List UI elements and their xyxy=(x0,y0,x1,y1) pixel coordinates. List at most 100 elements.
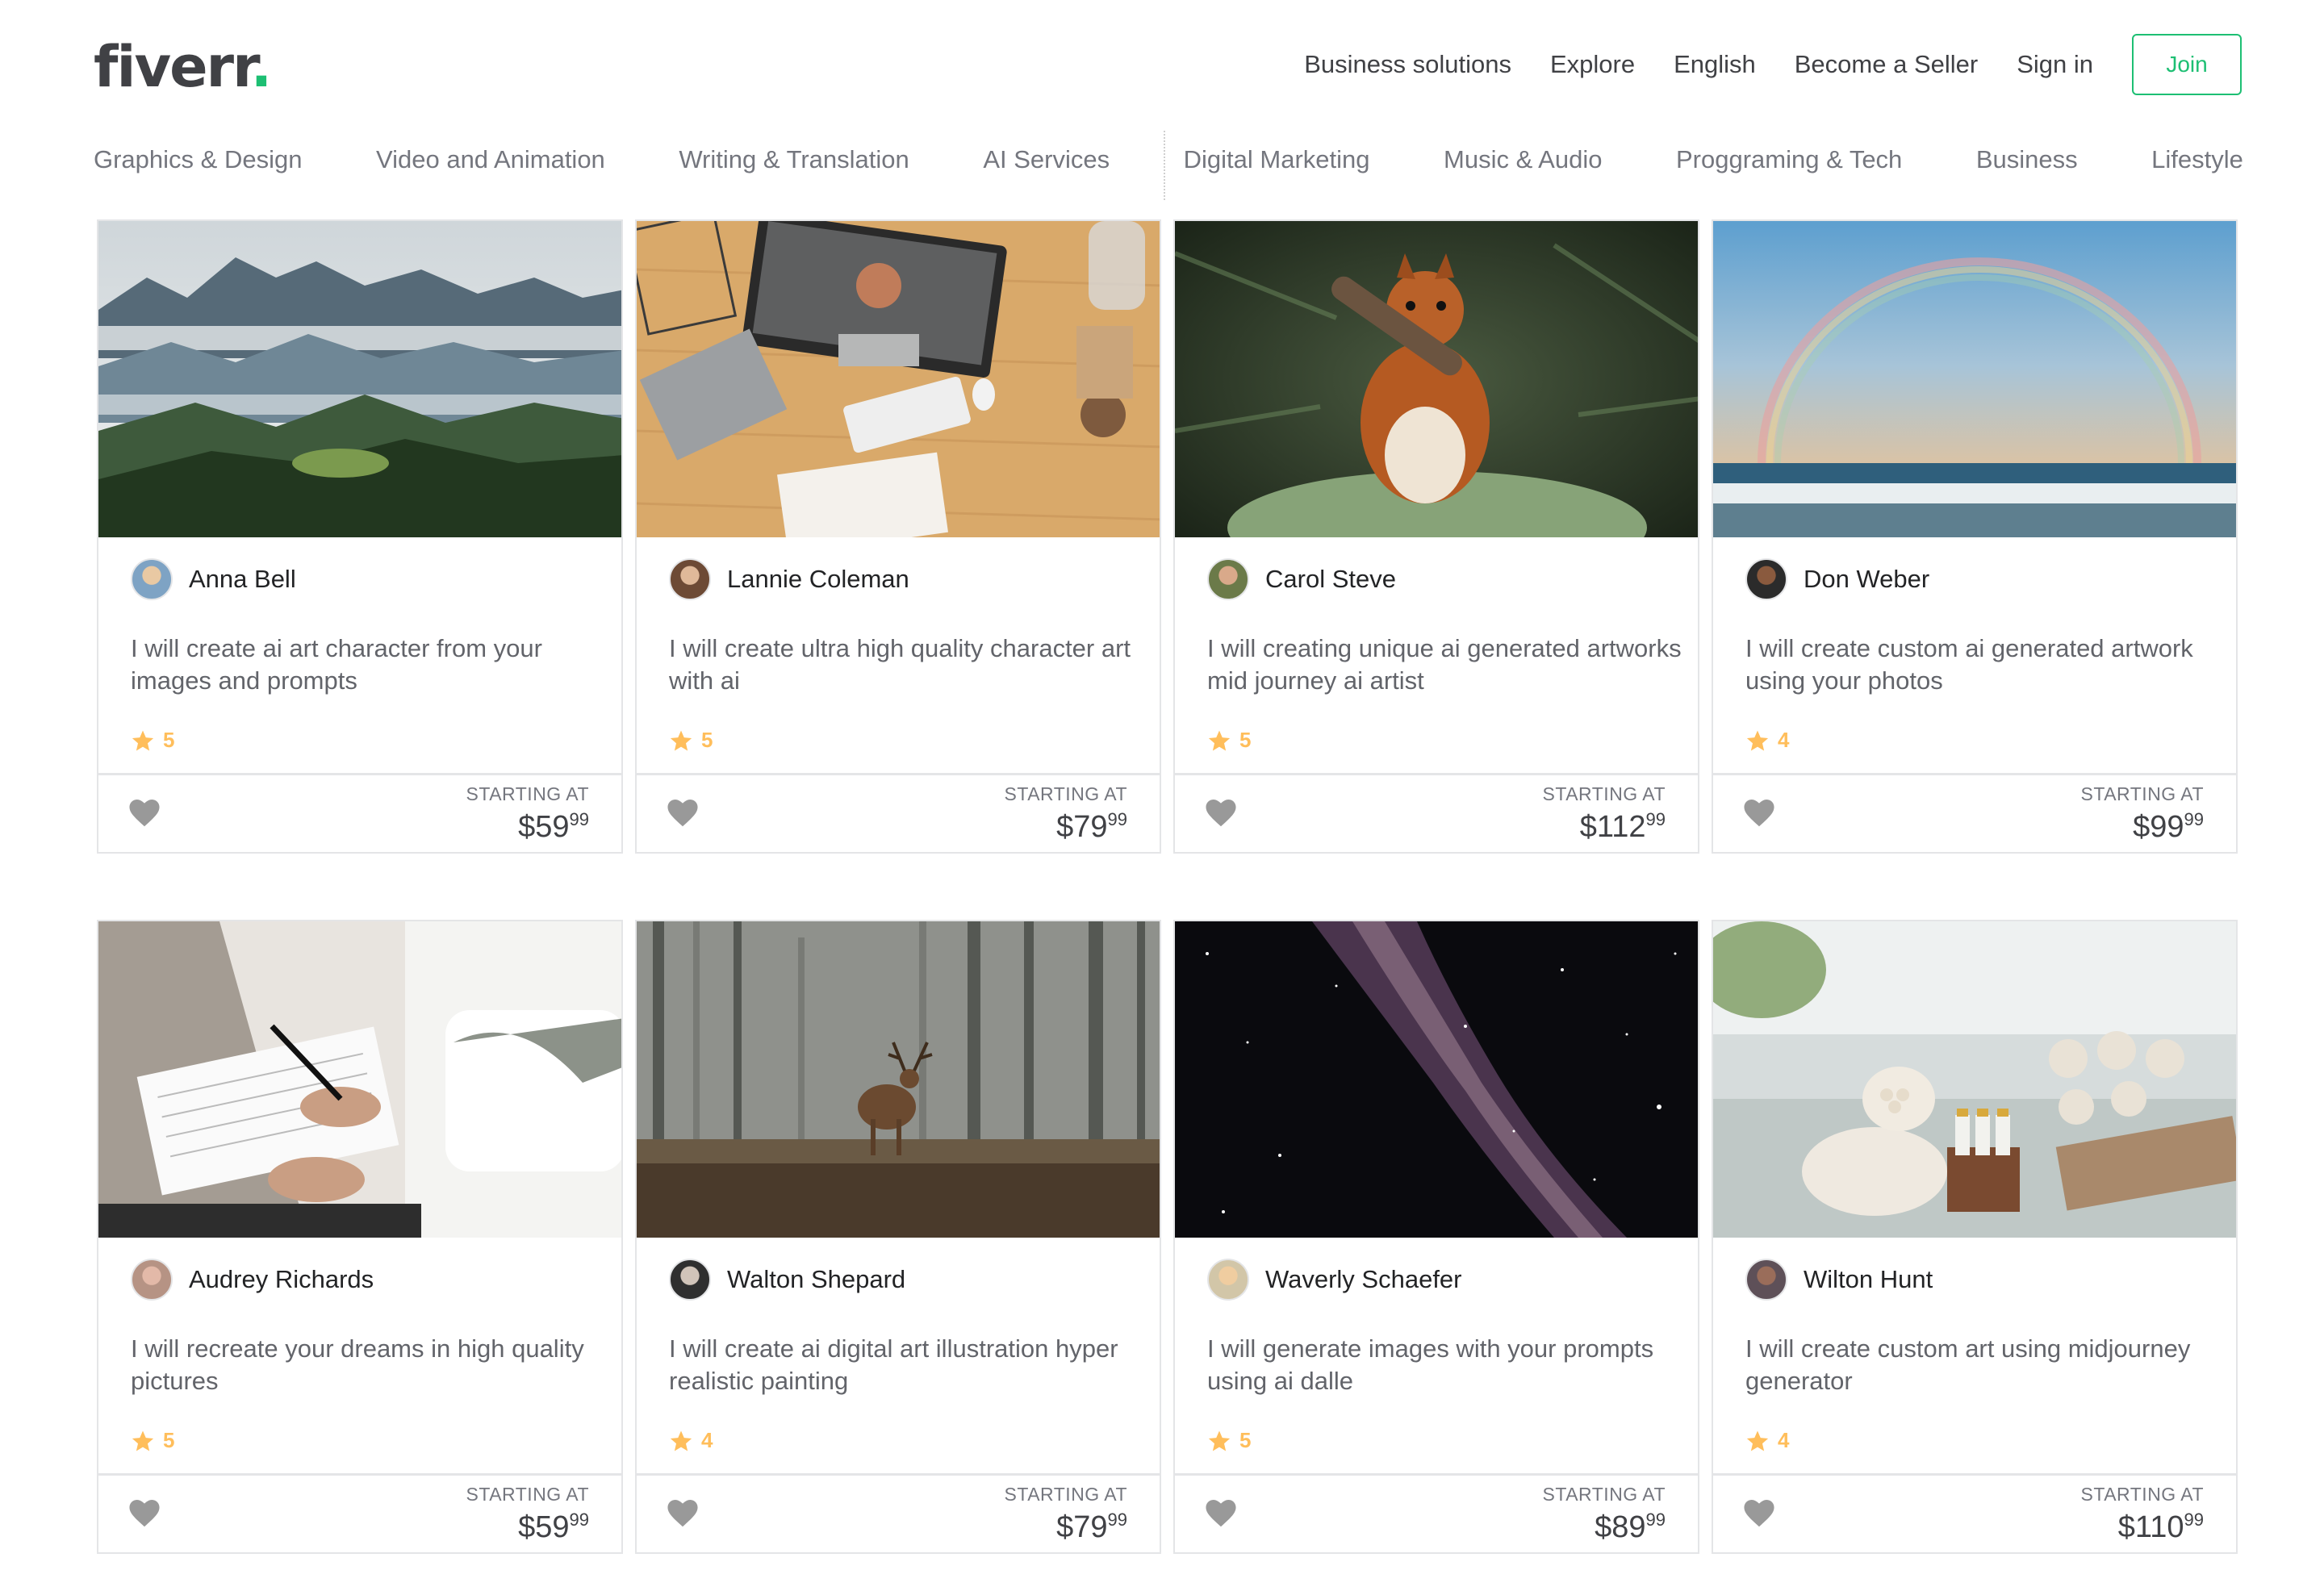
gig-image-squirrel[interactable] xyxy=(1175,221,1698,537)
seller-name[interactable]: Anna Bell xyxy=(189,565,296,594)
gig-title[interactable]: I will create custom ai generated artwor… xyxy=(1745,633,2222,697)
gig-card[interactable]: Waverly Schaefer I will generate images … xyxy=(1173,920,1699,1554)
category-ai-services[interactable]: AI Services xyxy=(983,145,1110,174)
heart-icon[interactable] xyxy=(129,800,160,827)
card-footer: STARTING AT $8999 xyxy=(1175,1473,1698,1552)
rating: 5 xyxy=(669,728,713,753)
category-lifestyle[interactable]: Lifestyle xyxy=(2151,145,2243,174)
seller-info: Carol Steve xyxy=(1207,558,1396,600)
seller-name[interactable]: Waverly Schaefer xyxy=(1265,1265,1462,1294)
avatar[interactable] xyxy=(1207,558,1249,600)
price: $7999 xyxy=(1056,1510,1127,1545)
starting-at-label: STARTING AT xyxy=(466,783,589,804)
gig-title[interactable]: I will recreate your dreams in high qual… xyxy=(131,1333,607,1397)
price-dollars: $112 xyxy=(1579,810,1646,844)
seller-name[interactable]: Lannie Coleman xyxy=(727,565,909,594)
page: fiverr. Business solutions Explore Engli… xyxy=(0,0,2324,1591)
star-icon xyxy=(132,730,154,750)
card-footer: STARTING AT $7999 xyxy=(637,1473,1160,1552)
gig-image-mountains[interactable] xyxy=(98,221,621,537)
fiverr-logo[interactable]: fiverr. xyxy=(94,31,273,103)
nav-language[interactable]: English xyxy=(1674,50,1756,79)
category-video-animation[interactable]: Video and Animation xyxy=(376,145,605,174)
gig-image-writing[interactable] xyxy=(98,921,621,1238)
avatar[interactable] xyxy=(131,1259,173,1301)
avatar[interactable] xyxy=(1207,1259,1249,1301)
gig-image-deer[interactable] xyxy=(637,921,1160,1238)
heart-icon[interactable] xyxy=(667,800,698,827)
seller-name[interactable]: Wilton Hunt xyxy=(1804,1265,1933,1294)
category-graphics-design[interactable]: Graphics & Design xyxy=(94,145,302,174)
rating: 4 xyxy=(669,1428,713,1453)
avatar[interactable] xyxy=(669,558,711,600)
logo-dot: . xyxy=(250,34,273,100)
rating-value: 5 xyxy=(163,1428,175,1452)
nav-sign-in[interactable]: Sign in xyxy=(2017,50,2093,79)
gig-title[interactable]: I will create custom art using midjourne… xyxy=(1745,1333,2222,1397)
gig-image-rainbow[interactable] xyxy=(1713,221,2236,537)
gig-card[interactable]: Wilton Hunt I will create custom art usi… xyxy=(1712,920,2238,1554)
gig-card[interactable]: Don Weber I will create custom ai genera… xyxy=(1712,219,2238,854)
gig-card[interactable]: Anna Bell I will create ai art character… xyxy=(97,219,623,854)
star-icon xyxy=(1208,730,1231,750)
rating-value: 4 xyxy=(1778,1428,1790,1452)
price-cents: 99 xyxy=(2184,1510,2204,1530)
gig-image-milky-way[interactable] xyxy=(1175,921,1698,1238)
nav-business-solutions[interactable]: Business solutions xyxy=(1304,50,1511,79)
price: $11099 xyxy=(2118,1510,2204,1545)
avatar[interactable] xyxy=(131,558,173,600)
heart-icon[interactable] xyxy=(1206,800,1236,827)
price-cents: 99 xyxy=(569,1510,589,1530)
nav-become-seller[interactable]: Become a Seller xyxy=(1795,50,1978,79)
category-business[interactable]: Business xyxy=(1976,145,2078,174)
gig-card[interactable]: Carol Steve I will creating unique ai ge… xyxy=(1173,219,1699,854)
price-cents: 99 xyxy=(1645,809,1666,829)
category-writing-translation[interactable]: Writing & Translation xyxy=(679,145,909,174)
gig-card[interactable]: Audrey Richards I will recreate your dre… xyxy=(97,920,623,1554)
price-cents: 99 xyxy=(1107,809,1127,829)
price: $7999 xyxy=(1056,809,1127,845)
price-cents: 99 xyxy=(1107,1510,1127,1530)
category-digital-marketing[interactable]: Digital Marketing xyxy=(1184,145,1370,174)
starting-at-label: STARTING AT xyxy=(2080,783,2204,804)
seller-name[interactable]: Carol Steve xyxy=(1265,565,1396,594)
gig-title[interactable]: I will generate images with your prompts… xyxy=(1207,1333,1683,1397)
avatar[interactable] xyxy=(1745,558,1787,600)
gig-title[interactable]: I will create ultra high quality charact… xyxy=(669,633,1145,697)
star-icon xyxy=(670,730,692,750)
starting-at-label: STARTING AT xyxy=(466,1484,589,1505)
star-icon xyxy=(670,1430,692,1451)
gig-title[interactable]: I will creating unique ai generated artw… xyxy=(1207,633,1683,697)
category-music-audio[interactable]: Music & Audio xyxy=(1444,145,1602,174)
seller-info: Wilton Hunt xyxy=(1745,1259,1933,1301)
price: $5999 xyxy=(518,1510,589,1545)
heart-icon[interactable] xyxy=(667,1500,698,1527)
gig-title[interactable]: I will create ai digital art illustratio… xyxy=(669,1333,1145,1397)
nav-explore[interactable]: Explore xyxy=(1550,50,1635,79)
avatar[interactable] xyxy=(1745,1259,1787,1301)
seller-info: Lannie Coleman xyxy=(669,558,909,600)
heart-icon[interactable] xyxy=(129,1500,160,1527)
heart-icon[interactable] xyxy=(1744,1500,1774,1527)
seller-info: Audrey Richards xyxy=(131,1259,374,1301)
seller-name[interactable]: Audrey Richards xyxy=(189,1265,374,1294)
header: fiverr. Business solutions Explore Engli… xyxy=(0,0,2324,133)
seller-name[interactable]: Don Weber xyxy=(1804,565,1929,594)
card-footer: STARTING AT $11099 xyxy=(1713,1473,2236,1552)
category-programming-tech[interactable]: Proggraming & Tech xyxy=(1676,145,1902,174)
join-button[interactable]: Join xyxy=(2132,34,2242,95)
starting-at-label: STARTING AT xyxy=(2080,1484,2204,1505)
heart-icon[interactable] xyxy=(1206,1500,1236,1527)
gig-image-craft-shop[interactable] xyxy=(1713,921,2236,1238)
price: $5999 xyxy=(518,809,589,845)
gig-title[interactable]: I will create ai art character from your… xyxy=(131,633,607,697)
gig-card[interactable]: Lannie Coleman I will create ultra high … xyxy=(635,219,1161,854)
price-dollars: $59 xyxy=(518,810,570,844)
price-dollars: $79 xyxy=(1056,1510,1108,1544)
seller-info: Anna Bell xyxy=(131,558,296,600)
heart-icon[interactable] xyxy=(1744,800,1774,827)
seller-name[interactable]: Walton Shepard xyxy=(727,1265,905,1294)
gig-image-desk[interactable] xyxy=(637,221,1160,537)
gig-card[interactable]: Walton Shepard I will create ai digital … xyxy=(635,920,1161,1554)
avatar[interactable] xyxy=(669,1259,711,1301)
